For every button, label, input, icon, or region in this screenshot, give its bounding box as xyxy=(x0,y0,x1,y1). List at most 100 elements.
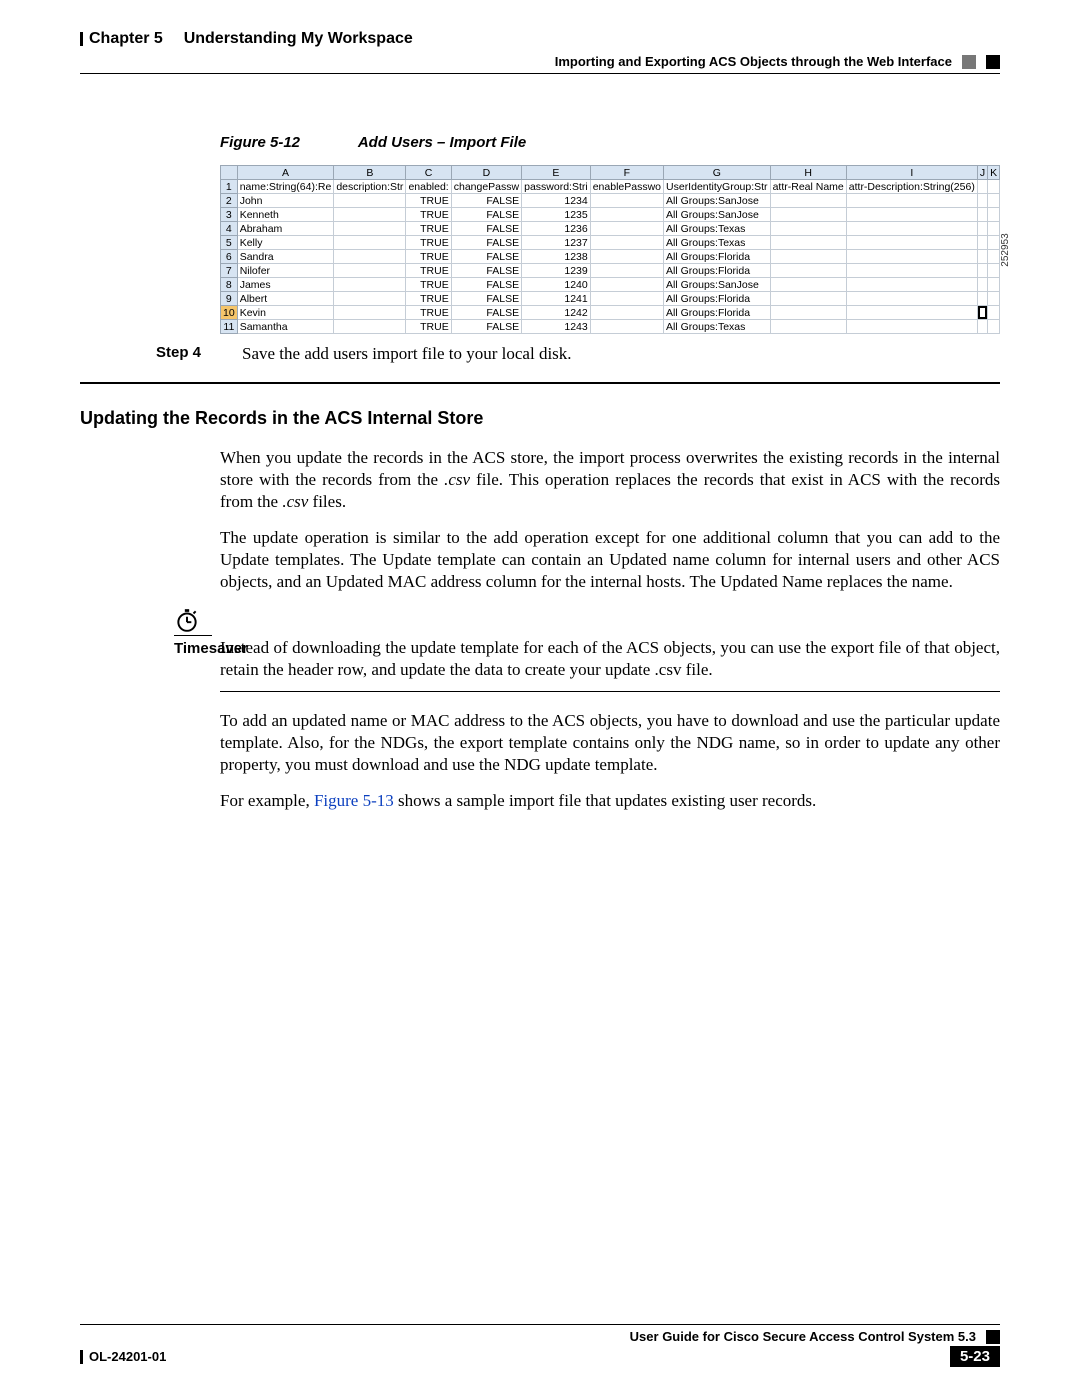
cell: Nilofer xyxy=(237,264,334,278)
cell: TRUE xyxy=(406,292,451,306)
chapter-title: Understanding My Workspace xyxy=(184,30,413,48)
cell xyxy=(334,306,406,320)
figure-title: Add Users – Import File xyxy=(358,134,526,151)
cell xyxy=(988,278,1000,292)
body-block-2: To add an updated name or MAC address to… xyxy=(220,710,1000,812)
cell xyxy=(846,208,977,222)
cell xyxy=(334,278,406,292)
header-cell: enabled: xyxy=(406,180,451,194)
cell: FALSE xyxy=(451,194,521,208)
running-header-right: Importing and Exporting ACS Objects thro… xyxy=(80,54,1000,69)
cell: All Groups:SanJose xyxy=(664,194,771,208)
cell: FALSE xyxy=(451,264,521,278)
cell: FALSE xyxy=(451,292,521,306)
col-K: K xyxy=(988,166,1000,180)
col-F: F xyxy=(590,166,663,180)
figure-link[interactable]: Figure 5-13 xyxy=(314,791,394,810)
cell: TRUE xyxy=(406,222,451,236)
figure-id: 252953 xyxy=(1000,233,1011,266)
cell xyxy=(770,208,846,222)
cell xyxy=(977,250,987,264)
cell: James xyxy=(237,278,334,292)
row-number: 2 xyxy=(221,194,238,208)
cell: All Groups:Texas xyxy=(664,236,771,250)
cell xyxy=(988,208,1000,222)
stopwatch-icon xyxy=(174,607,200,633)
step-row: Step 4 Save the add users import file to… xyxy=(156,344,1000,364)
cell: FALSE xyxy=(451,278,521,292)
paragraph-1: When you update the records in the ACS s… xyxy=(220,447,1000,513)
cell: All Groups:Florida xyxy=(664,264,771,278)
footer-doc-row: OL-24201-01 xyxy=(80,1349,166,1364)
cell xyxy=(334,292,406,306)
cell: TRUE xyxy=(406,278,451,292)
cell xyxy=(846,264,977,278)
cell xyxy=(770,306,846,320)
paragraph-4: For example, Figure 5-13 shows a sample … xyxy=(220,790,1000,812)
row-number: 7 xyxy=(221,264,238,278)
cell xyxy=(846,278,977,292)
cell xyxy=(988,194,1000,208)
cell: 1242 xyxy=(522,306,591,320)
col-B: B xyxy=(334,166,406,180)
paragraph-2: The update operation is similar to the a… xyxy=(220,527,1000,593)
header-cell xyxy=(977,180,987,194)
header-cell: enablePasswo xyxy=(590,180,663,194)
footer-bar-icon xyxy=(80,1350,83,1364)
header-cell: attr-Description:String(256) xyxy=(846,180,977,194)
figure-label: Figure 5-12 xyxy=(220,134,300,151)
table-row: 5KellyTRUEFALSE1237All Groups:Texas xyxy=(221,236,1000,250)
cell xyxy=(988,236,1000,250)
cell xyxy=(770,292,846,306)
col-G: G xyxy=(664,166,771,180)
page-footer: User Guide for Cisco Secure Access Contr… xyxy=(80,1324,1000,1367)
cell: 1237 xyxy=(522,236,591,250)
cell xyxy=(334,264,406,278)
cell xyxy=(770,278,846,292)
table-row: 4AbrahamTRUEFALSE1236All Groups:Texas xyxy=(221,222,1000,236)
cell: All Groups:Texas xyxy=(664,222,771,236)
header-cell: name:String(64):Re xyxy=(237,180,334,194)
col-E: E xyxy=(522,166,591,180)
col-I: I xyxy=(846,166,977,180)
cell: Sandra xyxy=(237,250,334,264)
header-cell: changePassw xyxy=(451,180,521,194)
row-number: 9 xyxy=(221,292,238,306)
cell xyxy=(334,222,406,236)
footer-square-icon xyxy=(986,1330,1000,1344)
cell xyxy=(590,222,663,236)
cell: 1238 xyxy=(522,250,591,264)
cell: 1243 xyxy=(522,320,591,334)
col-J: J xyxy=(977,166,987,180)
col-A: A xyxy=(237,166,334,180)
table-row: 2JohnTRUEFALSE1234All Groups:SanJose xyxy=(221,194,1000,208)
cell xyxy=(846,320,977,334)
cell xyxy=(334,194,406,208)
row-number: 11 xyxy=(221,320,238,334)
cell: All Groups:Texas xyxy=(664,320,771,334)
cell xyxy=(590,278,663,292)
cell xyxy=(977,208,987,222)
cell: TRUE xyxy=(406,194,451,208)
cell: FALSE xyxy=(451,222,521,236)
cell xyxy=(590,208,663,222)
cell xyxy=(977,278,987,292)
cell xyxy=(770,222,846,236)
cell xyxy=(590,236,663,250)
cell xyxy=(977,236,987,250)
cell: FALSE xyxy=(451,250,521,264)
cell: 1236 xyxy=(522,222,591,236)
row-number: 10 xyxy=(221,306,238,320)
cell xyxy=(977,292,987,306)
cell: FALSE xyxy=(451,236,521,250)
footer-rule xyxy=(80,1324,1000,1325)
col-D: D xyxy=(451,166,521,180)
cell xyxy=(977,320,987,334)
row-number: 5 xyxy=(221,236,238,250)
cell: 1239 xyxy=(522,264,591,278)
body-block-1: When you update the records in the ACS s… xyxy=(220,447,1000,593)
header-rule xyxy=(80,73,1000,74)
cell xyxy=(770,264,846,278)
cell xyxy=(770,320,846,334)
table-row: 9AlbertTRUEFALSE1241All Groups:Florida xyxy=(221,292,1000,306)
